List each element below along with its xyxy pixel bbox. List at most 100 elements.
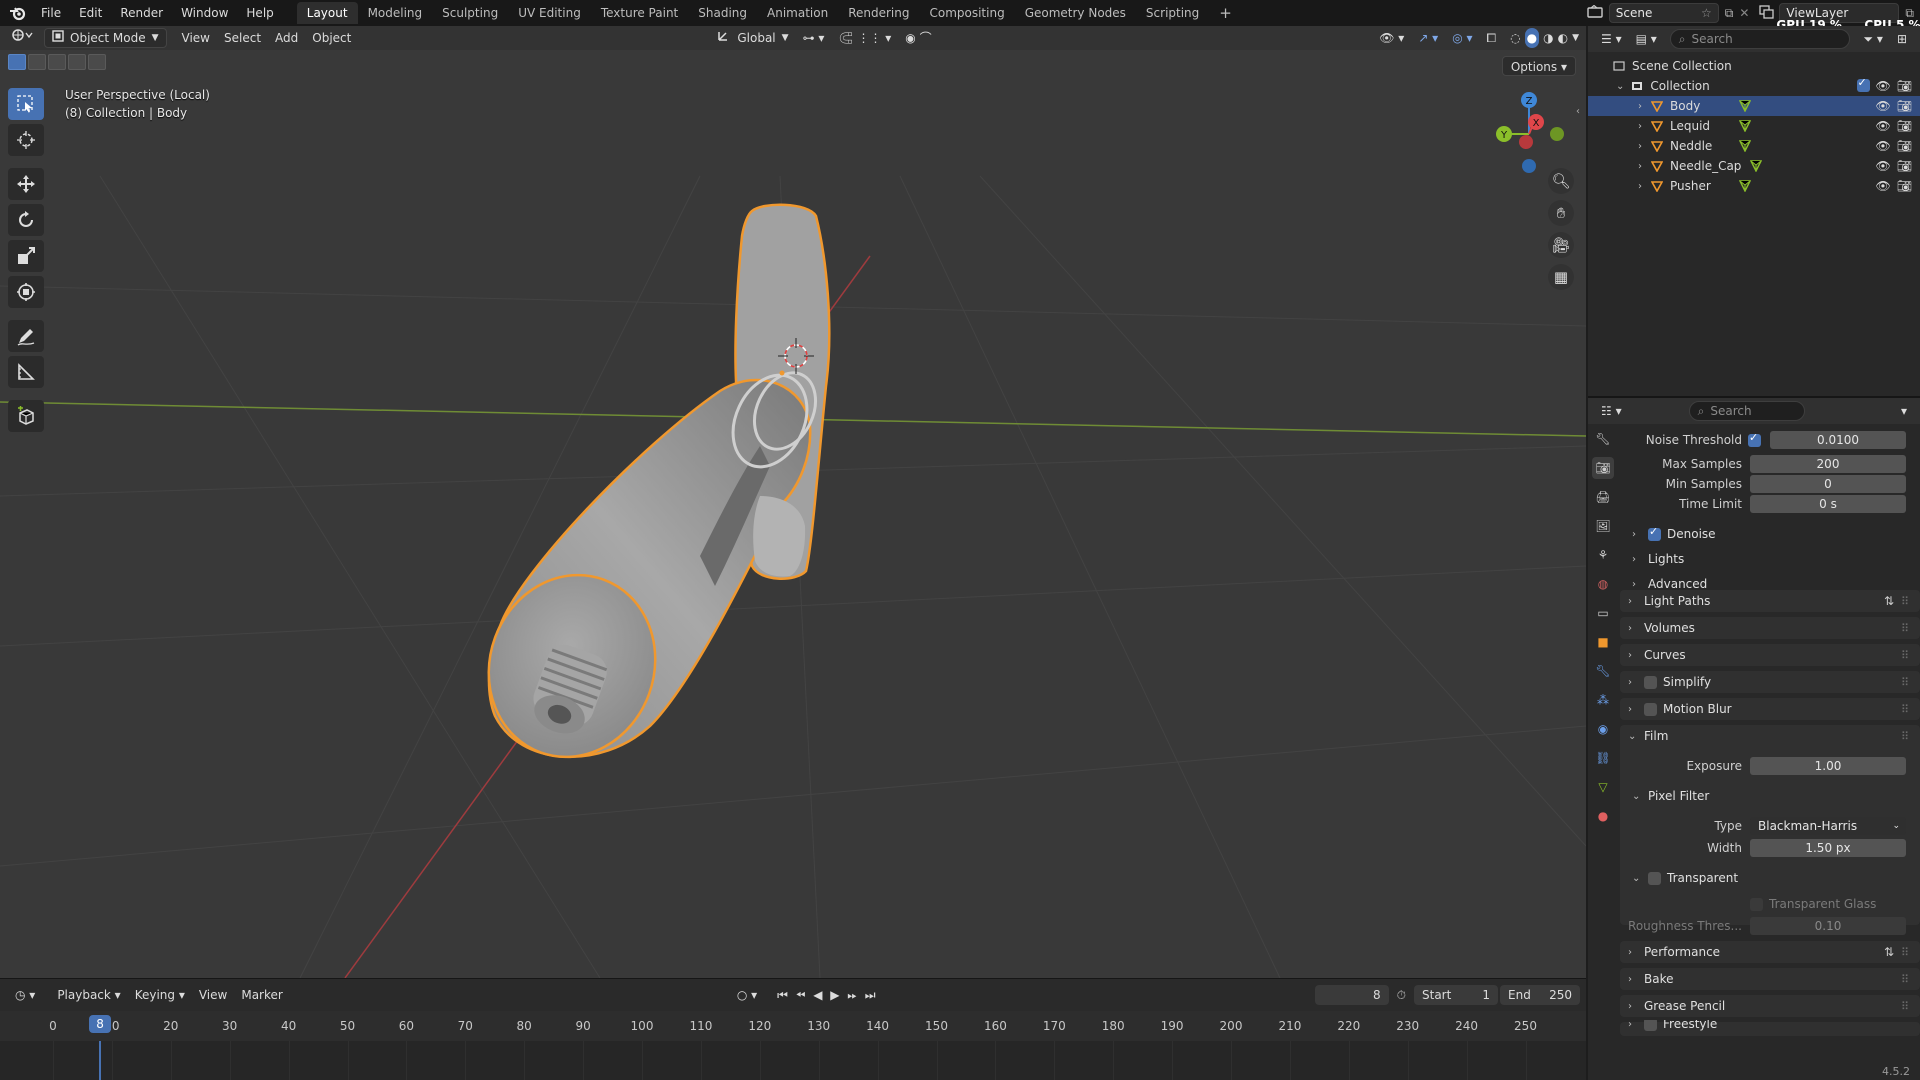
workspace-tab-uv-editing[interactable]: UV Editing: [508, 2, 591, 24]
denoise-subpanel[interactable]: › Denoise: [1620, 524, 1920, 544]
drag-handle-icon[interactable]: ⠿: [1901, 649, 1909, 662]
world-tab-icon[interactable]: ◍: [1592, 573, 1614, 595]
exposure-field[interactable]: 1.00: [1750, 757, 1906, 775]
workspace-tab-modeling[interactable]: Modeling: [358, 2, 433, 24]
outliner-collection[interactable]: ⌄ Collection 👁︎ 📷︎: [1588, 76, 1920, 96]
mesh-data-icon[interactable]: [1738, 99, 1752, 113]
blender-logo-icon[interactable]: [4, 2, 32, 24]
workspace-tab-rendering[interactable]: Rendering: [838, 2, 919, 24]
view-layer-icon[interactable]: [1759, 4, 1775, 22]
new-scene-icon[interactable]: ⧉: [1725, 6, 1734, 21]
mesh-data-icon[interactable]: [1738, 119, 1752, 133]
timeline-keyframes-area[interactable]: [0, 1041, 1586, 1080]
wireframe-shading-icon[interactable]: ◌: [1510, 28, 1520, 48]
gizmo-toggle-icon[interactable]: ↗ ▾: [1411, 28, 1445, 48]
workspace-tab-shading[interactable]: Shading: [688, 2, 757, 24]
next-keyframe-icon[interactable]: ⏩︎: [847, 988, 859, 1002]
freestyle-panel[interactable]: › Freestyle: [1620, 1020, 1920, 1034]
grease-pencil-panel[interactable]: › Grease Pencil ⠿: [1620, 996, 1920, 1016]
drag-handle-icon[interactable]: ⠿: [1901, 622, 1909, 635]
timeline-editor-type-icon[interactable]: ◷ ▾: [8, 985, 42, 1005]
workspace-tab-geometry-nodes[interactable]: Geometry Nodes: [1015, 2, 1136, 24]
outliner-scene-collection[interactable]: Scene Collection: [1588, 56, 1920, 76]
outliner-object-row[interactable]: › Needle_Cap 👁︎ 📷︎: [1588, 156, 1920, 176]
zoom-icon[interactable]: 🔍︎: [1548, 168, 1574, 194]
eye-icon[interactable]: 👁︎: [1876, 79, 1891, 93]
prev-keyframe-icon[interactable]: ⏪︎: [796, 988, 808, 1002]
end-frame-field[interactable]: End 250: [1500, 985, 1580, 1005]
display-mode-icon[interactable]: ▤ ▾: [1629, 29, 1664, 49]
noise-threshold-field[interactable]: 0.0100: [1770, 431, 1906, 449]
scene-tab-icon[interactable]: ⚘: [1592, 544, 1614, 566]
lights-subpanel[interactable]: › Lights: [1620, 549, 1920, 569]
constraints-tab-icon[interactable]: ⛓︎: [1592, 747, 1614, 769]
expand-chevron-icon[interactable]: ›: [1638, 121, 1642, 132]
expand-chevron-icon[interactable]: ›: [1638, 101, 1642, 112]
scene-render[interactable]: [0, 26, 1586, 978]
simplify-checkbox[interactable]: [1644, 675, 1657, 689]
drag-handle-icon[interactable]: ⠿: [1901, 1000, 1909, 1013]
mesh-data-icon[interactable]: [1738, 139, 1752, 153]
simplify-panel[interactable]: › Simplify ⠿: [1620, 672, 1920, 692]
outliner-object-row[interactable]: › Neddle 👁︎ 📷︎: [1588, 136, 1920, 156]
drag-handle-icon[interactable]: ⠿: [1901, 703, 1909, 716]
drag-handle-icon[interactable]: ⠿: [1901, 595, 1909, 608]
outliner-editor-type-icon[interactable]: ☰ ▾: [1594, 29, 1629, 49]
timeline-menu-view[interactable]: View: [192, 985, 234, 1005]
expand-chevron-icon[interactable]: ›: [1638, 141, 1642, 152]
max-samples-field[interactable]: 200: [1750, 455, 1906, 473]
drag-handle-icon[interactable]: ⠿: [1901, 946, 1909, 959]
cursor-tool-icon[interactable]: [8, 124, 44, 156]
menu-render[interactable]: Render: [111, 2, 172, 24]
menu-help[interactable]: Help: [237, 2, 282, 24]
timeline-menu-playback[interactable]: Playback ▾: [50, 985, 127, 1005]
viewport-menu-add[interactable]: Add: [268, 28, 305, 48]
expand-chevron-icon[interactable]: ⌄: [1616, 81, 1624, 92]
transform-orientation-dropdown[interactable]: Global ▼: [710, 28, 795, 48]
object-tab-icon[interactable]: ■: [1592, 631, 1614, 653]
camera-icon[interactable]: 📷︎: [1897, 179, 1912, 193]
view-layer-selector[interactable]: ViewLayer GPU 19 % CPU 5 %: [1776, 3, 1920, 32]
workspace-tab-animation[interactable]: Animation: [757, 2, 838, 24]
current-frame-field[interactable]: 8: [1314, 985, 1389, 1005]
xray-toggle-icon[interactable]: ⧠: [1480, 28, 1504, 48]
workspace-tab-layout[interactable]: Layout: [296, 2, 358, 24]
visibility-icon[interactable]: 👁︎ ▾: [1372, 28, 1411, 48]
scale-tool-icon[interactable]: [8, 240, 44, 272]
annotate-tool-icon[interactable]: [8, 320, 44, 352]
viewport-menu-select[interactable]: Select: [217, 28, 268, 48]
remove-scene-icon[interactable]: ✕: [1739, 6, 1749, 20]
render-tab-icon[interactable]: 📷︎: [1592, 457, 1614, 479]
camera-view-icon[interactable]: 🎥︎: [1548, 232, 1574, 258]
motion-blur-panel[interactable]: › Motion Blur ⠿: [1620, 699, 1920, 719]
material-tab-icon[interactable]: ●: [1592, 805, 1614, 827]
expand-chevron-icon[interactable]: ›: [1638, 161, 1642, 172]
editor-type-icon[interactable]: [4, 28, 40, 48]
timeline-ruler[interactable]: 0 10 20 30 40 50 60 70 80 90 100 110 120 130 140 150 160…: [0, 1011, 1586, 1041]
light-paths-panel[interactable]: › Light Paths ⇅ ⠿: [1620, 591, 1920, 611]
workspace-tab-sculpting[interactable]: Sculpting: [432, 2, 508, 24]
snap-icon[interactable]: 🧲︎ ⋮⋮ ▾: [831, 28, 898, 48]
eye-icon[interactable]: 👁︎: [1876, 179, 1891, 193]
viewport-menu-object[interactable]: Object: [305, 28, 358, 48]
options-dropdown[interactable]: Options ▾: [1501, 56, 1576, 76]
drag-handle-icon[interactable]: ⠿: [1901, 676, 1909, 689]
overlay-toggle-icon[interactable]: ◎ ▾: [1445, 28, 1479, 48]
outliner-search-input[interactable]: ⌕ Search: [1669, 29, 1850, 49]
collapse-arrow-icon[interactable]: ‹: [1576, 106, 1580, 117]
select-box-tool-icon[interactable]: [8, 88, 44, 120]
properties-search-input[interactable]: ⌕ Search: [1688, 401, 1805, 421]
curves-panel[interactable]: › Curves ⠿: [1620, 645, 1920, 665]
jump-start-icon[interactable]: ⏮︎: [777, 988, 790, 1002]
workspace-tab-scripting[interactable]: Scripting: [1136, 2, 1209, 24]
transform-tool-icon[interactable]: [8, 276, 44, 308]
camera-icon[interactable]: 📷︎: [1897, 119, 1912, 133]
timeline-menu-marker[interactable]: Marker: [234, 985, 289, 1005]
solid-shading-icon[interactable]: ●: [1524, 28, 1540, 48]
jump-end-icon[interactable]: ⏭︎: [865, 988, 878, 1002]
chevron-down-icon[interactable]: ▼: [1572, 28, 1579, 48]
bake-panel[interactable]: › Bake ⠿: [1620, 969, 1920, 989]
move-tool-icon[interactable]: [8, 168, 44, 200]
transparent-glass-checkbox[interactable]: [1750, 897, 1763, 911]
drag-handle-icon[interactable]: ⠿: [1901, 973, 1909, 986]
